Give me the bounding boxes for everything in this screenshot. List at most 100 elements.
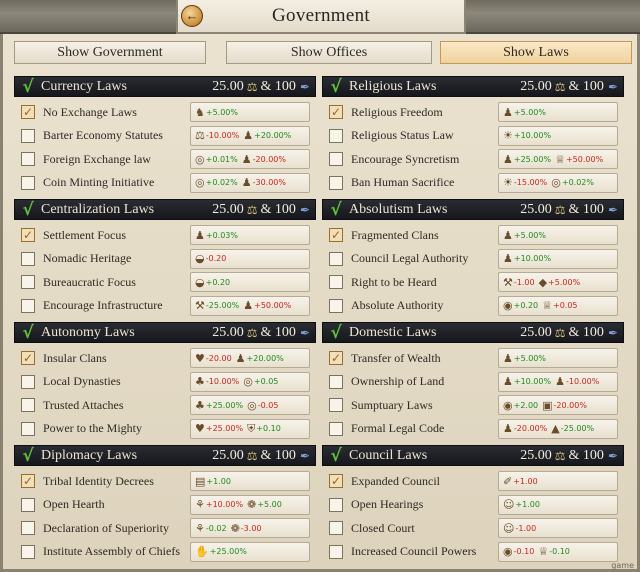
law-effects: ♞ +5.00% (190, 102, 310, 122)
law-row[interactable]: Foreign Exchange law ◎ +0.01% ♟ -20.00% (14, 147, 316, 171)
law-row[interactable]: Sumptuary Laws ◉ +2.00 ▣ -20.00% (322, 393, 624, 417)
law-row[interactable]: Coin Minting Initiative ◎ +0.02% ♟ -30.00% (14, 171, 316, 195)
effect-value: +0.05 (553, 301, 578, 310)
law-checkbox[interactable] (329, 128, 343, 143)
law-checkbox[interactable]: ✓ (329, 228, 343, 242)
law-panel: √ Domestic Laws 25.00 ⚖ & 100 ✒ ✓ Transfer of W… (322, 322, 624, 441)
law-checkbox[interactable]: ✓ (21, 228, 35, 242)
law-row[interactable]: Closed Court ☺ -1.00 (322, 516, 624, 540)
people-icon: ♟ (241, 176, 252, 189)
law-category-name: Council Laws (349, 447, 428, 463)
law-checkbox[interactable]: ✓ (21, 351, 35, 365)
law-checkbox[interactable] (329, 175, 343, 190)
law-checkbox[interactable] (329, 275, 343, 289)
law-label: Encourage Infrastructure (43, 298, 163, 312)
law-row[interactable]: ✓ Tribal Identity Decrees ▤ +1.00 (14, 469, 316, 493)
law-row[interactable]: Barter Economy Statutes ⚖ -10.00% ♟ +20.00% (14, 124, 316, 148)
law-panel: √ Currency Laws 25.00 ⚖ & 100 ✒ ✓ No Exchange L… (14, 76, 316, 195)
law-checkbox[interactable]: ✓ (21, 474, 35, 488)
effect-value: +10.00% (513, 254, 552, 263)
law-row[interactable]: Right to be Heard ⚒ -1.00 ◆ +5.00% (322, 270, 624, 294)
law-checkbox[interactable] (21, 275, 35, 289)
law-checkbox[interactable] (329, 521, 343, 535)
tab-show-offices[interactable]: Show Offices (226, 41, 432, 64)
law-row[interactable]: ✓ Settlement Focus ♟ +0.03% (14, 223, 316, 247)
law-effects: ⚘ -0.02 ❁ -3.00 (190, 518, 310, 538)
law-row[interactable]: Bureaucratic Focus ◒ +0.20 (14, 270, 316, 294)
law-checkbox[interactable] (329, 251, 343, 266)
law-checkbox[interactable] (329, 421, 343, 436)
gold-icon: ◉ (503, 545, 513, 558)
law-checkbox[interactable] (21, 521, 35, 535)
effect-value: +25.00% (205, 424, 244, 433)
law-checkbox[interactable] (329, 544, 343, 559)
law-row[interactable]: Trusted Attaches ♣ +25.00% ◎ -0.05 (14, 393, 316, 417)
law-checkbox[interactable] (21, 298, 35, 313)
back-button[interactable]: ← (181, 5, 203, 27)
tab-show-government[interactable]: Show Government (14, 41, 206, 64)
law-row[interactable]: Local Dynasties ♣ -10.00% ◎ +0.05 (14, 370, 316, 394)
law-row[interactable]: Declaration of Superiority ⚘ -0.02 ❁ -3.00 (14, 516, 316, 540)
shield-icon: ⛨ (247, 421, 256, 435)
law-checkbox[interactable] (329, 398, 343, 412)
law-row[interactable]: Ownership of Land ♟ +10.00% ♟ -10.00% (322, 370, 624, 394)
law-effects: ☺ +1.00 (498, 494, 618, 515)
law-row[interactable]: Ban Human Sacrifice ☀ -15.00% ◎ +0.02% (322, 171, 624, 195)
effect-value: +0.10 (256, 424, 281, 433)
effect-value: +5.00% (205, 107, 238, 117)
law-effects: ♟ +25.00% ♕ +50.00% (498, 149, 618, 169)
law-checkbox[interactable] (21, 175, 35, 190)
brain-icon: ❁ (247, 498, 257, 511)
law-row[interactable]: Nomadic Heritage ◒ -0.20 (14, 247, 316, 271)
law-row[interactable]: ✓ Insular Clans ♥ -20.00 ♟ +20.00% (14, 346, 316, 370)
law-checkbox[interactable] (329, 497, 343, 512)
law-row[interactable]: Council Legal Authority ♟ +10.00% (322, 247, 624, 271)
law-checkbox[interactable] (21, 398, 35, 412)
law-checkbox[interactable]: ✓ (329, 105, 343, 119)
law-row[interactable]: ✓ Expanded Council ✐ +1.00 (322, 469, 624, 493)
law-row[interactable]: ✓ Religious Freedom ♟ +5.00% (322, 100, 624, 124)
law-row[interactable]: Institute Assembly of Chiefs ✋ +25.00% (14, 540, 316, 564)
law-row[interactable]: ✓ Transfer of Wealth ♟ +5.00% (322, 346, 624, 370)
law-row[interactable]: ✓ No Exchange Laws ♞ +5.00% (14, 100, 316, 124)
law-checkbox[interactable] (329, 374, 343, 389)
law-checkbox[interactable] (21, 128, 35, 143)
law-checkbox[interactable] (21, 421, 35, 436)
law-checkbox[interactable] (329, 298, 343, 313)
scale-icon: ⚖ (246, 448, 258, 463)
law-row[interactable]: Open Hearings ☺ +1.00 (322, 493, 624, 517)
people-icon: ♟ (503, 228, 513, 242)
law-effects: ♟ +5.00% (498, 225, 618, 245)
plant-icon: ⚘ (195, 521, 205, 535)
law-row[interactable]: ✓ Fragmented Clans ♟ +5.00% (322, 223, 624, 247)
effect-value: +20.00% (246, 353, 284, 363)
law-checkbox[interactable] (329, 152, 343, 166)
law-checkbox[interactable]: ✓ (329, 474, 343, 488)
law-label: Fragmented Clans (351, 227, 439, 242)
brain-icon: ❁ (230, 521, 240, 535)
tab-show-laws[interactable]: Show Laws (440, 41, 632, 64)
law-row[interactable]: Absolute Authority ◉ +0.20 ♕ +0.05 (322, 294, 624, 318)
law-checkbox[interactable] (21, 251, 35, 266)
law-checkbox[interactable]: ✓ (21, 105, 35, 119)
law-checkbox[interactable] (21, 497, 35, 512)
law-row[interactable]: Encourage Infrastructure ⚒ -25.00% ♟ +50.00% (14, 294, 316, 318)
law-row[interactable]: Increased Council Powers ◉ -0.10 ♕ -0.10 (322, 540, 624, 564)
law-label: Transfer of Wealth (351, 350, 441, 365)
law-checkbox[interactable]: ✓ (329, 351, 343, 365)
law-checkbox[interactable] (21, 374, 35, 389)
effect-value: +20.00% (254, 131, 292, 140)
law-row[interactable]: Formal Legal Code ♟ -20.00% ▲ -25.00% (322, 417, 624, 441)
law-row[interactable]: Open Hearth ⚘ +10.00% ❁ +5.00 (14, 493, 316, 517)
law-effects: ◉ +0.20 ♕ +0.05 (498, 295, 618, 316)
effect-value: -0.05 (257, 400, 279, 410)
people-icon: ♟ (503, 252, 513, 265)
law-row[interactable]: Power to the Mighty ♥ +25.00% ⛨ +0.10 (14, 417, 316, 441)
law-checkbox[interactable] (21, 152, 35, 166)
law-effects: ⚒ -1.00 ◆ +5.00% (498, 272, 618, 292)
law-checkbox[interactable] (21, 544, 35, 559)
law-panel-header: √ Autonomy Laws 25.00 ⚖ & 100 ✒ (14, 322, 316, 343)
quill-icon: ✒ (299, 79, 310, 94)
law-row[interactable]: Encourage Syncretism ♟ +25.00% ♕ +50.00% (322, 147, 624, 171)
law-row[interactable]: Religious Status Law ☀ +10.00% (322, 124, 624, 148)
